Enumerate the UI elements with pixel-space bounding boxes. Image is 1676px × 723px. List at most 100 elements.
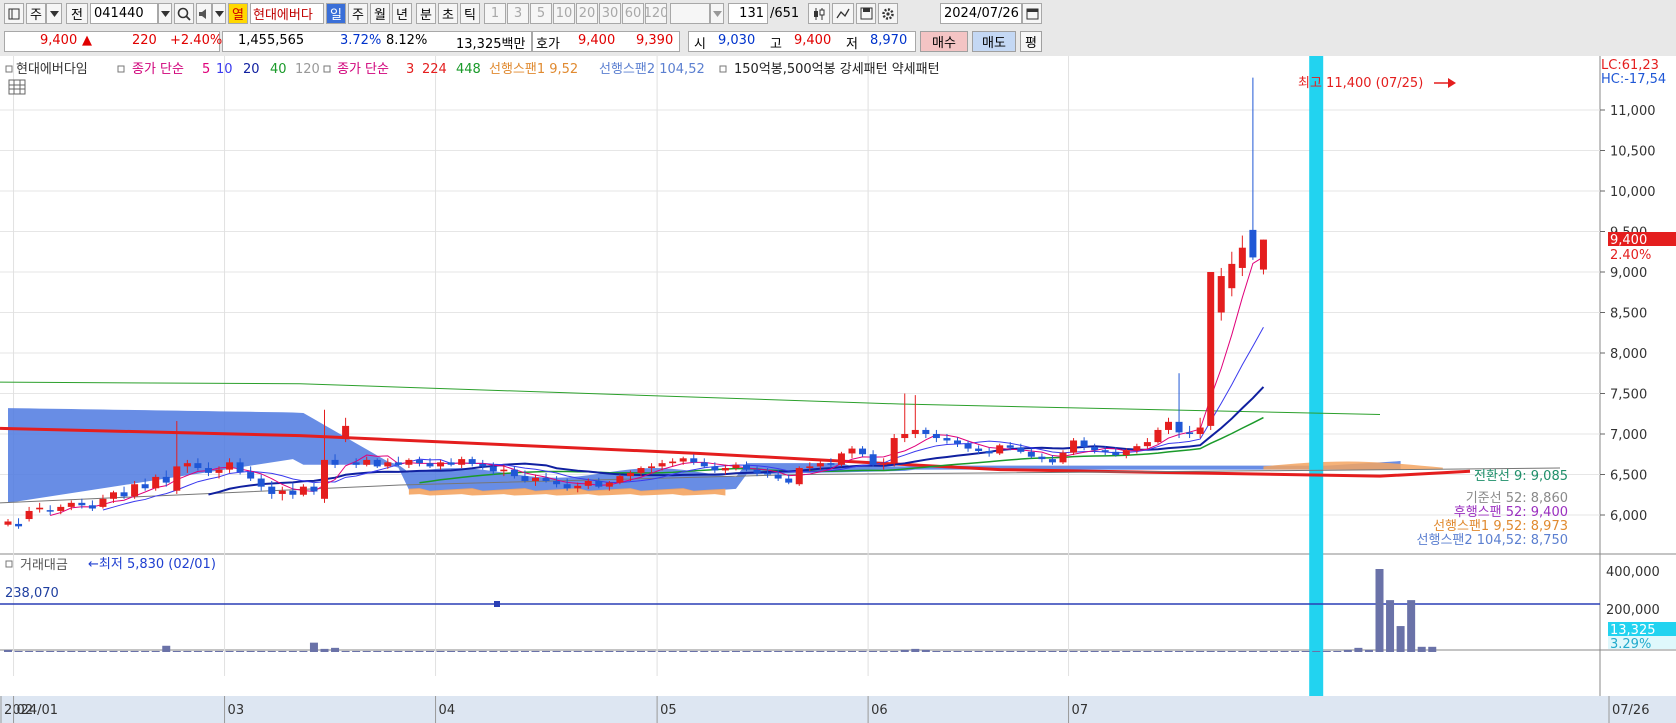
interval-input[interactable] [670, 3, 710, 24]
volume-bar [953, 650, 962, 652]
interval-button[interactable]: 30 [599, 3, 621, 24]
volume-bar [816, 650, 825, 652]
candle-body [806, 466, 814, 469]
candle-body [721, 468, 729, 471]
candle-body [880, 463, 888, 465]
ichimoku-label: 선행스팬2 104,52: 8,750 [1417, 532, 1568, 548]
volume-bar [67, 650, 76, 652]
period-button-tick[interactable]: 틱 [460, 3, 480, 24]
candle-body [289, 490, 297, 495]
candle-body [1059, 452, 1067, 463]
volume-bar [77, 650, 86, 652]
table-icon[interactable] [8, 79, 26, 95]
chevron-down-icon[interactable] [710, 3, 724, 24]
candle-body [1091, 446, 1099, 451]
interval-button[interactable]: 5 [530, 3, 552, 24]
candle-body [415, 459, 423, 464]
candle-body [405, 459, 413, 465]
candle-body [426, 463, 434, 467]
volume-bar [932, 650, 941, 652]
calendar-icon[interactable] [1022, 3, 1042, 24]
open-label: 시 [694, 37, 706, 52]
candle-body [732, 464, 740, 469]
period-button-month[interactable]: 월 [370, 3, 390, 24]
candle-body [479, 463, 487, 467]
candle-type-icon[interactable] [808, 3, 830, 24]
x-tick-label: 04 [439, 703, 456, 718]
ichimoku-label: 후행스팬 52: 9,400 [1454, 504, 1568, 520]
volume-bar [974, 650, 983, 652]
interval-button[interactable]: 1 [484, 3, 506, 24]
count-input[interactable]: 131 [728, 3, 768, 24]
save-icon[interactable] [856, 3, 876, 24]
period-button-day[interactable]: 일 [326, 3, 346, 24]
volume-bar [478, 650, 487, 652]
volume-bar [763, 650, 772, 652]
volume-bar [542, 650, 551, 652]
candle-body [321, 459, 328, 499]
candle-body [679, 458, 687, 462]
quote-bar: 9,400 ▲ 220 +2.40% 1,455,565 3.72% 8.12%… [0, 28, 1676, 57]
candle-body [500, 469, 508, 472]
volume-bar [552, 650, 561, 652]
interval-button[interactable]: 60 [622, 3, 644, 24]
buy-button[interactable]: 매수 [920, 31, 968, 52]
interval-button[interactable]: 3 [507, 3, 529, 24]
gear-icon[interactable] [878, 3, 898, 24]
chevron-down-icon[interactable] [212, 3, 226, 24]
interval-button[interactable]: 120 [645, 3, 667, 24]
y-tick-label: 6,000 [1610, 509, 1647, 524]
indicator-icon[interactable] [832, 3, 854, 24]
search-icon[interactable] [174, 3, 194, 24]
candle-body [859, 448, 867, 455]
volume-bar [120, 650, 129, 652]
stock-name-field: 현대에버다 [250, 3, 324, 24]
candle-body [837, 453, 845, 465]
high-label: 고 [770, 37, 782, 52]
volume-bar [837, 650, 846, 652]
candle-body [890, 438, 898, 464]
date-input[interactable]: 2024/07/26 [940, 3, 1022, 24]
bid-price: 9,390 [636, 33, 674, 48]
stock-chart[interactable]: 400,000 200,000 6,000 6,500 7,000 7,500 8,000… [0, 56, 1676, 723]
period-button-minute[interactable]: 분 [416, 3, 436, 24]
volume-bar [1037, 650, 1046, 652]
interval-button[interactable]: 20 [576, 3, 598, 24]
volume-bar [985, 650, 994, 652]
candle-body [827, 463, 835, 465]
legend-ma10: 10 [216, 62, 233, 77]
interval-button[interactable]: 10 [553, 3, 575, 24]
sell-button[interactable]: 매도 [972, 31, 1016, 52]
candle-body [532, 477, 539, 481]
candle-body [99, 498, 107, 507]
candle-body [268, 486, 276, 494]
chevron-down-icon[interactable] [158, 3, 172, 24]
candle-body [658, 463, 666, 467]
period-button-year[interactable]: 년 [392, 3, 412, 24]
period-button-week[interactable]: 주 [348, 3, 368, 24]
volume-bar [658, 650, 667, 652]
volume-bar [267, 650, 276, 652]
volume-bar [1364, 649, 1373, 652]
stock-code-input[interactable]: 041440 [90, 3, 158, 24]
volume-bar [742, 650, 751, 652]
volume-bar [869, 650, 878, 652]
sound-toggle[interactable]: 열 [228, 3, 248, 24]
volume-bar [309, 642, 318, 652]
volume-bar [731, 650, 740, 652]
volume-bar [605, 650, 614, 652]
market-select[interactable]: 주 [26, 3, 46, 24]
speaker-icon[interactable] [196, 3, 212, 24]
candle-body [1101, 450, 1109, 452]
candle-body [331, 459, 339, 465]
eval-button[interactable]: 평 [1020, 31, 1042, 52]
prev-button[interactable]: 전 [66, 3, 88, 24]
chevron-down-icon[interactable] [46, 3, 62, 24]
period-button-second[interactable]: 초 [438, 3, 458, 24]
volume-bar [162, 645, 171, 652]
candle-body [700, 462, 708, 467]
candle-body [901, 434, 909, 439]
current-price: 9,400 [40, 33, 78, 48]
candle-body [943, 438, 951, 441]
window-menu-icon[interactable] [4, 3, 24, 24]
